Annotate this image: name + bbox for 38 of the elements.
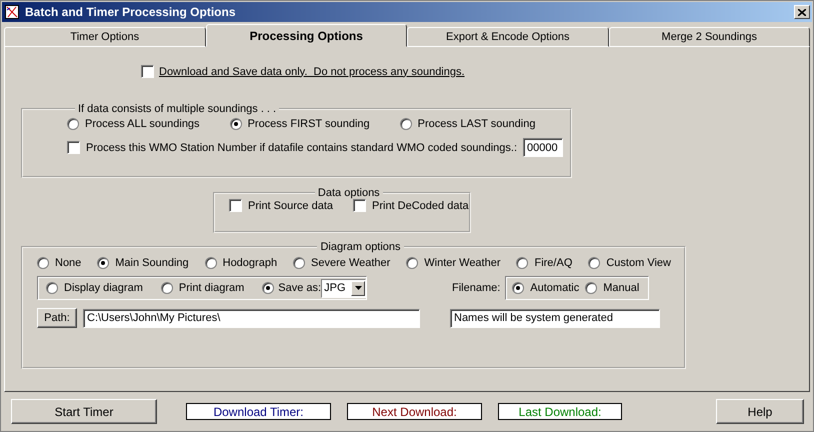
tab[interactable]: Export & Encode Options xyxy=(407,27,608,47)
radio-label: None xyxy=(55,257,82,269)
radio-label: Hodograph xyxy=(222,257,278,269)
tab[interactable]: Timer Options xyxy=(4,27,206,47)
radio-label: Print diagram xyxy=(178,282,244,294)
radio-label: Process FIRST sounding xyxy=(248,118,370,130)
radio-label: Save as: xyxy=(278,282,322,294)
start-timer-button[interactable]: Start Timer xyxy=(11,399,157,424)
path-field[interactable]: C:\Users\John\My Pictures\ xyxy=(83,308,420,328)
radio-label: Process ALL soundings xyxy=(85,118,200,130)
radio-label: Display diagram xyxy=(64,282,143,294)
status-field: Download Timer: xyxy=(186,403,331,420)
status-field: Last Download: xyxy=(498,403,622,420)
checkbox-label: Print Source data xyxy=(248,200,333,212)
tab[interactable]: Merge 2 Soundings xyxy=(608,27,810,47)
tab[interactable]: Processing Options xyxy=(206,24,407,47)
group-title: If data consists of multiple soundings . . . xyxy=(77,103,278,115)
radio-label: Automatic xyxy=(530,282,580,294)
status-field: Next Download: xyxy=(347,403,482,420)
checkbox-label: Download and Save data only. Do not process any soundings. xyxy=(159,66,465,78)
group-title: Data options xyxy=(316,187,381,199)
radio-label: Main Sounding xyxy=(115,257,189,269)
radio-label: Manual xyxy=(603,282,640,294)
radio-label: Winter Weather xyxy=(424,257,501,269)
window-title: Batch and Timer Processing Options xyxy=(25,5,236,19)
station-number-field[interactable]: 00000 xyxy=(523,138,564,157)
group-title: Diagram options xyxy=(319,241,402,253)
radio-label: Fire/AQ xyxy=(534,257,572,269)
path-button[interactable]: Path: xyxy=(37,308,77,328)
filename-label: Filename: xyxy=(452,282,500,294)
radio-label: Severe Weather xyxy=(311,257,390,269)
help-button[interactable]: Help xyxy=(716,399,804,424)
format-dropdown[interactable]: JPG xyxy=(321,278,366,298)
radio-label: Process LAST sounding xyxy=(418,118,536,130)
checkbox-label: Print DeCoded data xyxy=(372,200,469,212)
filename-field[interactable]: Names will be system generated xyxy=(450,308,660,328)
radio-label: Custom View xyxy=(606,257,671,269)
checkbox-label: Process this WMO Station Number if datafile contains standard WMO coded soundings.: xyxy=(86,142,518,154)
